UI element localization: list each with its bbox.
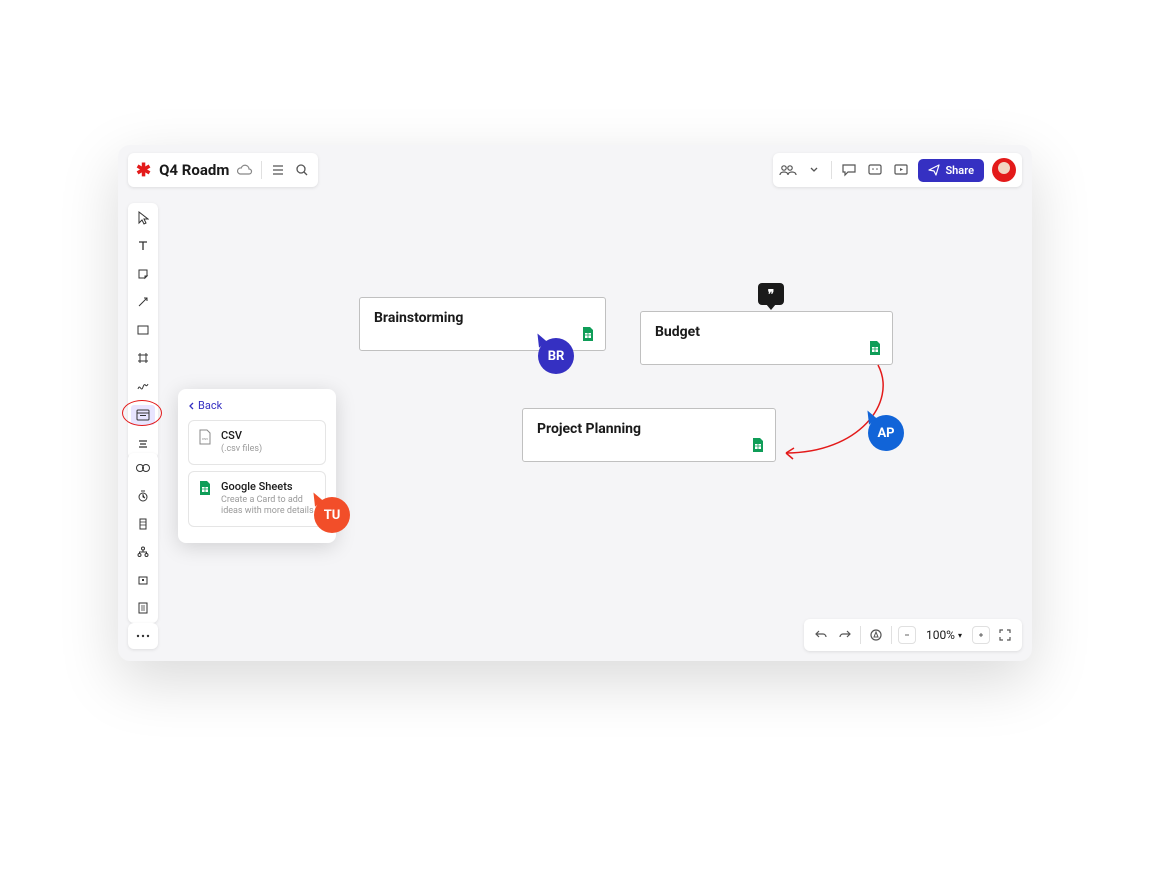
- toolbar-main: [128, 203, 158, 459]
- org-chart-icon[interactable]: [134, 543, 152, 561]
- collaborator-cursor-tu: TU: [314, 497, 350, 533]
- card-budget[interactable]: Budget: [640, 311, 893, 365]
- freehand-tool-icon[interactable]: [134, 377, 152, 395]
- export-icon[interactable]: [134, 571, 152, 589]
- text-tool-icon[interactable]: [134, 237, 152, 255]
- present-icon[interactable]: [892, 161, 910, 179]
- search-icon[interactable]: [294, 162, 310, 178]
- svg-text:csv: csv: [202, 436, 208, 441]
- collaborator-cursor-ap: AP: [868, 415, 904, 451]
- csv-icon: csv: [197, 429, 213, 445]
- zoom-bar: 100%▾: [804, 619, 1022, 651]
- divider: [261, 161, 262, 179]
- collaborators-icon[interactable]: [779, 161, 797, 179]
- marker-icon[interactable]: [867, 626, 885, 644]
- undo-icon[interactable]: [812, 626, 830, 644]
- cursor-initials: AP: [877, 426, 894, 441]
- header-right: Share: [773, 153, 1022, 187]
- comment-marker[interactable]: ❞: [758, 283, 784, 305]
- popover-item-subtitle: (.csv files): [221, 444, 262, 456]
- user-avatar[interactable]: [992, 158, 1016, 182]
- card-title: Budget: [655, 324, 878, 340]
- template-tool-icon[interactable]: [131, 405, 155, 425]
- align-tool-icon[interactable]: [134, 435, 152, 453]
- app-logo: ✱: [136, 160, 151, 181]
- popover-item-csv[interactable]: csv CSV (.csv files): [188, 420, 326, 465]
- app-window: ✱ Q4 Roadm Share: [118, 145, 1032, 661]
- cursor-initials: BR: [548, 349, 565, 364]
- header-left: ✱ Q4 Roadm: [128, 153, 318, 187]
- timer-icon[interactable]: [134, 487, 152, 505]
- divider: [860, 626, 861, 644]
- connector-tool-icon[interactable]: [134, 293, 152, 311]
- reactions-icon[interactable]: [866, 161, 884, 179]
- zoom-in-button[interactable]: [972, 626, 990, 644]
- share-button-label: Share: [945, 164, 974, 177]
- collaborator-cursor-br: BR: [538, 338, 574, 374]
- template-popover: Back csv CSV (.csv files) Google Sheets …: [178, 389, 336, 543]
- document-title[interactable]: Q4 Roadm: [159, 161, 229, 179]
- chevron-down-icon[interactable]: [805, 161, 823, 179]
- zoom-out-button[interactable]: [898, 626, 916, 644]
- card-title: Brainstorming: [374, 310, 591, 326]
- zoom-level[interactable]: 100%▾: [922, 628, 966, 642]
- rectangle-tool-icon[interactable]: [134, 321, 152, 339]
- popover-item-title: Google Sheets: [221, 480, 317, 493]
- sheets-icon: [868, 340, 882, 356]
- toolbar-secondary: [128, 453, 158, 623]
- sticky-tool-icon[interactable]: [134, 265, 152, 283]
- popover-back-button[interactable]: Back: [188, 399, 326, 412]
- menu-icon[interactable]: [270, 162, 286, 178]
- comment-icon[interactable]: [840, 161, 858, 179]
- sheets-icon: [751, 437, 765, 453]
- more-icon[interactable]: [134, 627, 152, 645]
- smart-shapes-icon[interactable]: [134, 459, 152, 477]
- popover-item-sheets[interactable]: Google Sheets Create a Card to add ideas…: [188, 471, 326, 527]
- frame-tool-icon[interactable]: [134, 349, 152, 367]
- fullscreen-icon[interactable]: [996, 626, 1014, 644]
- popover-item-subtitle: Create a Card to add ideas with more det…: [221, 495, 317, 518]
- pointer-tool-icon[interactable]: [134, 209, 152, 227]
- divider: [831, 161, 832, 179]
- popover-back-label: Back: [198, 399, 222, 412]
- cursor-initials: TU: [324, 508, 341, 523]
- share-button[interactable]: Share: [918, 159, 984, 182]
- table-icon[interactable]: [134, 515, 152, 533]
- sheets-icon: [197, 480, 213, 496]
- popover-item-title: CSV: [221, 429, 262, 442]
- redo-icon[interactable]: [836, 626, 854, 644]
- divider: [891, 626, 892, 644]
- card-title: Project Planning: [537, 421, 761, 437]
- sheets-icon: [581, 326, 595, 342]
- agenda-icon[interactable]: [134, 599, 152, 617]
- card-project-planning[interactable]: Project Planning: [522, 408, 776, 462]
- comment-glyph: ❞: [768, 287, 774, 301]
- cloud-sync-icon[interactable]: [237, 162, 253, 178]
- toolbar-more: [128, 623, 158, 649]
